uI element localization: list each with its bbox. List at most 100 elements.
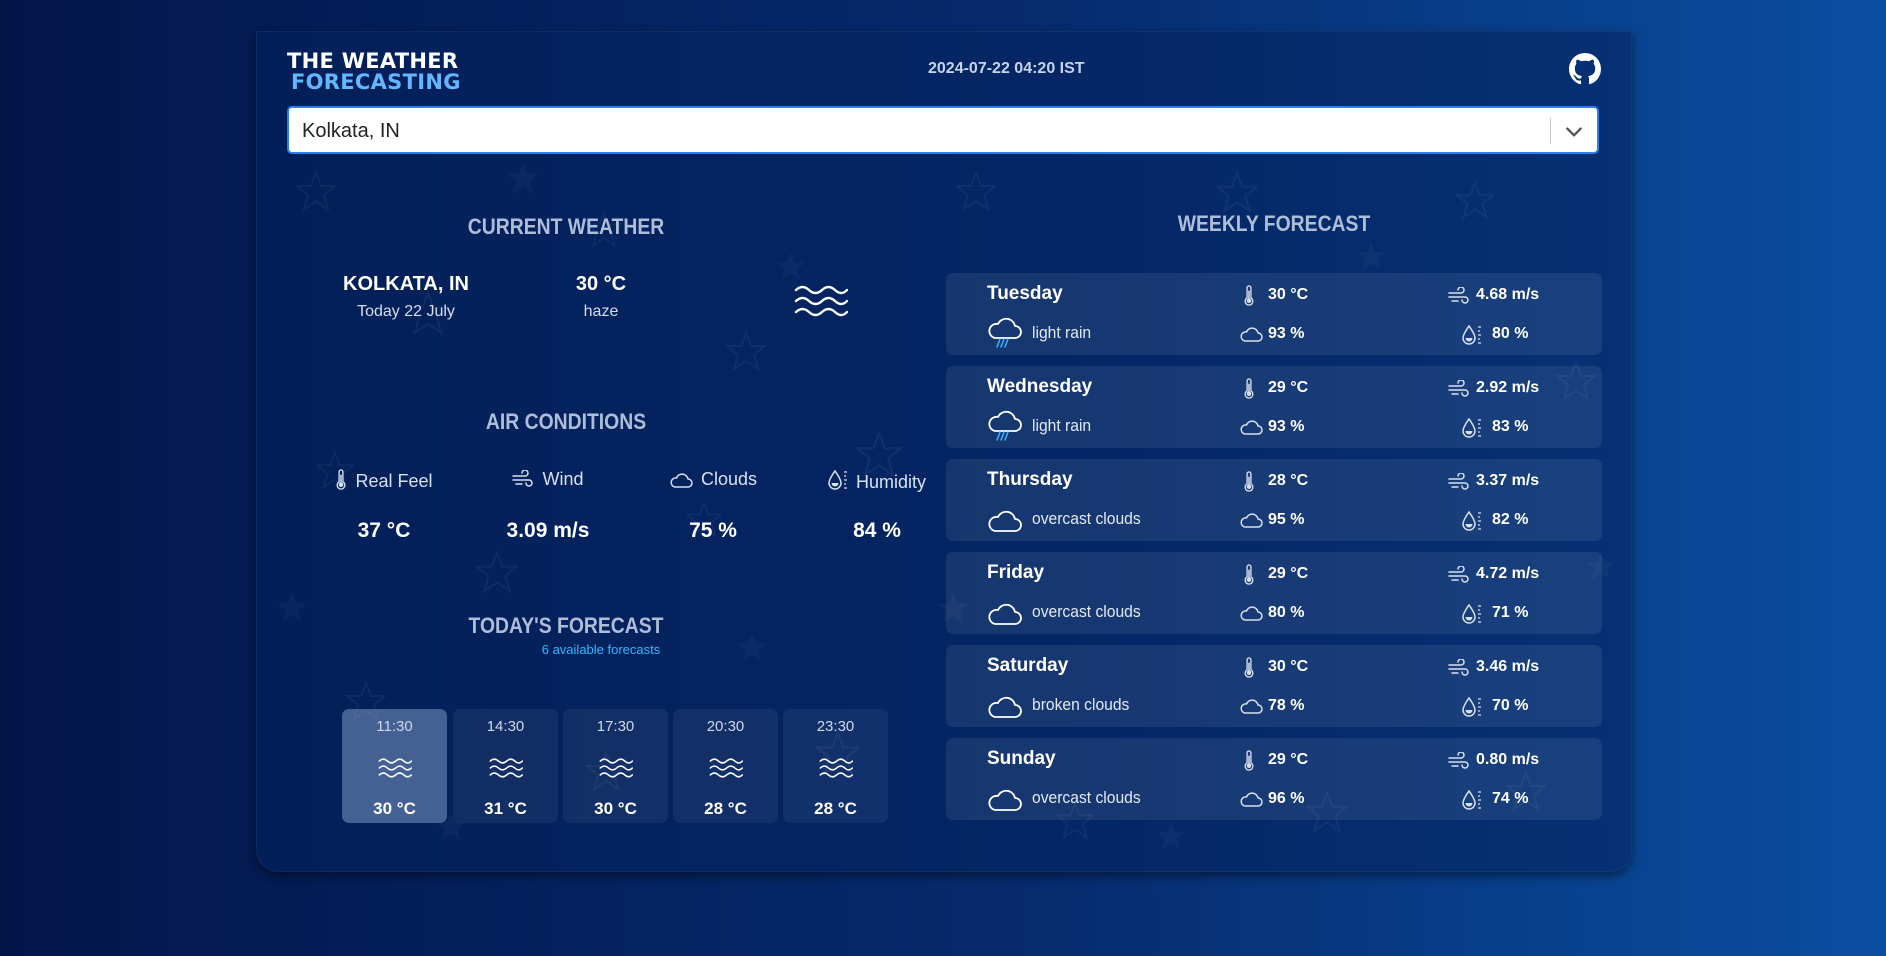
air-condition-real-feel: Real Feel 37 °C [304, 469, 464, 549]
forecast-temp: 29 °C [1268, 379, 1309, 396]
wind-icon [1448, 752, 1469, 769]
hourly-forecast-card[interactable]: 20:30 28 °C [673, 709, 778, 823]
cloud-icon [988, 603, 1022, 625]
app-logo: THE WEATHER FORECASTING [287, 51, 461, 93]
forecast-temp: 29 °C [1268, 751, 1309, 768]
forecast-humidity: 71 % [1492, 604, 1529, 621]
wind-icon [1448, 659, 1469, 676]
forecast-clouds: 95 % [1268, 511, 1305, 528]
forecast-clouds: 80 % [1268, 604, 1305, 621]
current-city: KOLKATA, IN [343, 273, 469, 295]
forecast-humidity: 74 % [1492, 790, 1529, 807]
forecast-description: light rain [1032, 416, 1092, 435]
thermometer-icon [1244, 750, 1254, 771]
forecast-humidity: 82 % [1492, 511, 1529, 528]
hourly-temp: 28 °C [814, 799, 857, 818]
cloud-icon [670, 473, 693, 488]
forecast-temp: 30 °C [1268, 658, 1309, 675]
haze-icon [819, 758, 853, 778]
weekly-forecast-title: WEEKLY FORECAST [1177, 211, 1371, 236]
forecast-temp: 29 °C [1268, 565, 1309, 582]
current-date: Today 22 July [357, 303, 455, 320]
rain-icon [988, 410, 1022, 441]
hourly-temp: 30 °C [594, 799, 637, 818]
hourly-temp: 31 °C [484, 799, 527, 818]
app-panel: THE WEATHER FORECASTING 2024-07-22 04:20… [256, 31, 1632, 872]
air-conditions-title: AIR CONDITIONS [485, 409, 647, 434]
chevron-down-icon[interactable] [1563, 121, 1585, 143]
thermometer-icon [1244, 471, 1254, 492]
hourly-forecast-card[interactable]: 17:30 30 °C [563, 709, 668, 823]
hourly-time: 17:30 [596, 718, 635, 735]
forecast-clouds: 78 % [1268, 697, 1305, 714]
wind-label: Wind [542, 469, 584, 489]
haze-icon [378, 758, 412, 778]
hourly-forecast-card[interactable]: 14:30 31 °C [453, 709, 558, 823]
forecast-description: light rain [1032, 323, 1092, 342]
forecast-clouds: 96 % [1268, 790, 1305, 807]
forecast-day: Sunday [987, 748, 1056, 769]
hourly-forecast-card[interactable]: 23:30 28 °C [783, 709, 888, 823]
air-condition-clouds: Clouds 75 % [633, 469, 793, 549]
humidity-icon [1462, 418, 1482, 438]
air-condition-humidity: Humidity 84 % [797, 469, 957, 549]
thermometer-icon [336, 469, 346, 490]
weekly-forecast-row: Saturday broken clouds 30 °C 78 % 3.46 m… [946, 645, 1602, 727]
weekly-forecast-row: Sunday overcast clouds 29 °C 96 % 0.80 m… [946, 738, 1602, 820]
logo-line-2: FORECASTING [291, 70, 461, 94]
real-feel-value: 37 °C [357, 519, 411, 542]
forecast-clouds: 93 % [1268, 325, 1305, 342]
hourly-time: 20:30 [706, 718, 745, 735]
forecast-wind: 4.72 m/s [1476, 565, 1540, 582]
forecast-clouds: 93 % [1268, 418, 1305, 435]
thermometer-icon [1244, 564, 1254, 585]
thermometer-icon [1244, 378, 1254, 399]
forecast-temp: 30 °C [1268, 286, 1309, 303]
thermometer-icon [1244, 285, 1254, 306]
forecast-description: overcast clouds [1032, 788, 1141, 807]
hourly-temp: 30 °C [373, 799, 416, 818]
humidity-icon [1462, 697, 1482, 717]
wind-icon [512, 470, 534, 487]
cloud-icon [1240, 606, 1263, 621]
todays-forecast-title: TODAY'S FORECAST [468, 613, 664, 638]
forecast-day: Saturday [987, 655, 1069, 676]
forecast-wind: 3.46 m/s [1476, 658, 1540, 675]
github-icon[interactable] [1569, 53, 1601, 85]
cloud-icon [1240, 327, 1263, 342]
city-search-select[interactable]: Kolkata, IN [287, 106, 1599, 154]
forecast-wind: 4.68 m/s [1476, 286, 1540, 303]
cloud-icon [1240, 420, 1263, 435]
search-value[interactable]: Kolkata, IN [302, 120, 400, 143]
wind-icon [1448, 287, 1469, 304]
wind-value: 3.09 m/s [506, 519, 590, 542]
humidity-value: 84 % [853, 519, 901, 542]
forecast-humidity: 83 % [1492, 418, 1529, 435]
wind-icon [1448, 473, 1469, 490]
forecast-description: overcast clouds [1032, 602, 1141, 621]
haze-icon [794, 285, 848, 317]
hourly-forecast-card[interactable]: 11:30 30 °C [342, 709, 447, 823]
current-datetime: 2024-07-22 04:20 IST [928, 60, 1085, 77]
thermometer-icon [1244, 657, 1254, 678]
weekly-forecast-row: Friday overcast clouds 29 °C 80 % 4.72 m… [946, 552, 1602, 634]
current-weather-title: CURRENT WEATHER [467, 214, 665, 239]
humidity-icon [1462, 604, 1482, 624]
forecast-description: overcast clouds [1032, 509, 1141, 528]
cloud-icon [988, 696, 1022, 718]
current-temperature: 30 °C [575, 273, 627, 295]
forecast-wind: 0.80 m/s [1476, 751, 1540, 768]
forecast-description: broken clouds [1032, 695, 1130, 714]
wind-icon [1448, 566, 1469, 583]
hourly-time: 23:30 [816, 718, 855, 735]
rain-icon [988, 317, 1022, 348]
logo-line-1: THE WEATHER [287, 49, 459, 73]
humidity-label: Humidity [855, 472, 926, 492]
forecast-day: Friday [987, 562, 1045, 583]
select-separator [1550, 118, 1551, 144]
air-condition-wind: Wind 3.09 m/s [468, 469, 628, 549]
forecast-wind: 2.92 m/s [1476, 379, 1540, 396]
forecast-wind: 3.37 m/s [1476, 472, 1540, 489]
weekly-forecast-row: Wednesday light rain 29 °C 93 % 2.92 m/s… [946, 366, 1602, 448]
hourly-time: 14:30 [486, 718, 525, 735]
